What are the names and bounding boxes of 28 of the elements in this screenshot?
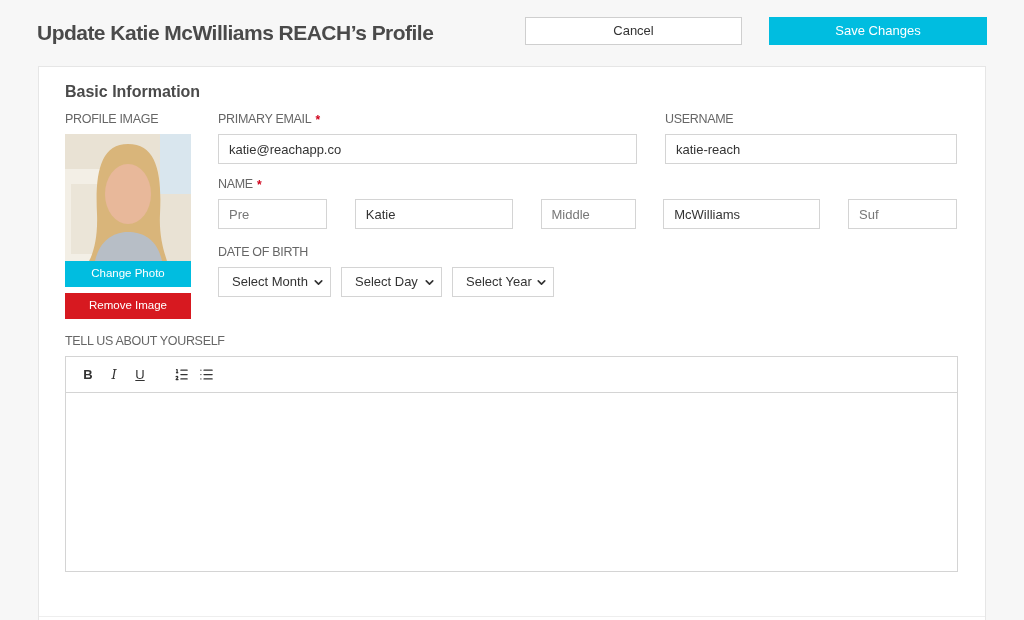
field-label: USERNAME [665,111,734,129]
name-field[interactable]: Middle [540,199,636,229]
remove-image-button[interactable]: Remove Image [65,293,191,319]
field-label: PRIMARY EMAIL [218,111,312,129]
required-asterisk: * [315,111,321,129]
bold-button[interactable]: B [80,364,96,385]
field-label: TELL US ABOUT YOURSELF [65,333,225,351]
field-label: NAME [218,176,253,194]
bullet-list-button[interactable] [199,367,214,382]
field-label: PROFILE IMAGE [65,111,159,129]
username-field[interactable]: katie-reach [665,134,957,164]
field-label: DATE OF BIRTH [218,244,308,262]
date-select[interactable]: Select Month [218,267,331,297]
page-title: Update Katie McWilliams REACH’s Profile [37,20,435,47]
cancel-button[interactable]: Cancel [525,17,742,45]
name-field[interactable]: Katie [354,199,513,229]
date-select[interactable]: Select Day [341,267,442,297]
rich-text-editor[interactable]: B I U [65,356,958,572]
ordered-list-button[interactable] [174,367,189,382]
email-field[interactable]: katie@reachapp.co [218,134,637,164]
name-field[interactable]: McWilliams [663,199,821,229]
section-title: Basic Information [65,82,202,100]
italic-button[interactable]: I [106,364,122,385]
required-asterisk: * [256,176,262,194]
underline-button[interactable]: U [132,364,148,385]
name-field[interactable]: Suf [848,199,957,229]
date-select[interactable]: Select Year [452,267,554,297]
name-field[interactable]: Pre [218,199,327,229]
